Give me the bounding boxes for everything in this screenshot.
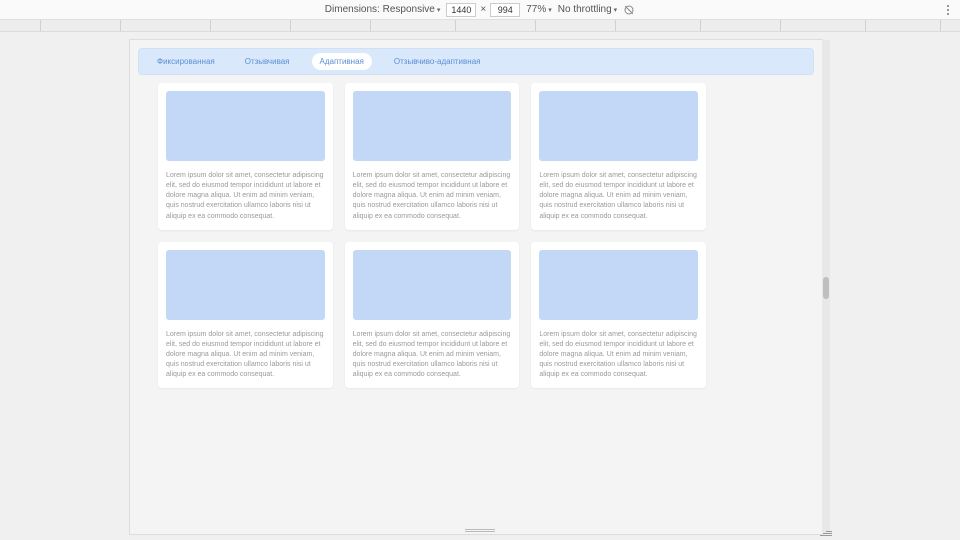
- card-text: Lorem ipsum dolor sit amet, consectetur …: [166, 330, 325, 381]
- ruler-tick: [120, 20, 121, 31]
- ruler-tick: [290, 20, 291, 31]
- card-thumbnail: [353, 91, 512, 161]
- device-content: Фиксированная Отзывчивая Адаптивная Отзывчи…: [130, 40, 822, 534]
- card-text: Lorem ipsum dolor sit amet, consectetur …: [539, 171, 698, 222]
- breakpoint-ruler[interactable]: [0, 20, 960, 32]
- frame-drag-handle-icon[interactable]: [465, 529, 495, 532]
- ruler-tick: [780, 20, 781, 31]
- device-toolbar: Dimensions: Responsive × 77% No throttli…: [0, 0, 960, 20]
- throttling-dropdown[interactable]: No throttling: [558, 4, 617, 15]
- card-thumbnail: [539, 91, 698, 161]
- card-text: Lorem ipsum dolor sit amet, consectetur …: [353, 330, 512, 381]
- card: Lorem ipsum dolor sit amet, consectetur …: [158, 83, 333, 230]
- more-options-icon[interactable]: [942, 3, 954, 17]
- zoom-dropdown[interactable]: 77%: [526, 4, 552, 15]
- card-text: Lorem ipsum dolor sit amet, consectetur …: [353, 171, 512, 222]
- card: Lorem ipsum dolor sit amet, consectetur …: [345, 242, 520, 389]
- nav-item-3[interactable]: Отзывчиво-адаптивная: [386, 53, 489, 70]
- card: Lorem ipsum dolor sit amet, consectetur …: [158, 242, 333, 389]
- card: Lorem ipsum dolor sit amet, consectetur …: [531, 242, 706, 389]
- ruler-tick: [455, 20, 456, 31]
- height-input[interactable]: [490, 3, 520, 17]
- rotate-icon[interactable]: [623, 4, 635, 16]
- vertical-scrollbar[interactable]: [822, 40, 830, 534]
- card: Lorem ipsum dolor sit amet, consectetur …: [531, 83, 706, 230]
- ruler-tick: [40, 20, 41, 31]
- ruler-tick: [370, 20, 371, 31]
- ruler-tick: [940, 20, 941, 31]
- card: Lorem ipsum dolor sit amet, consectetur …: [345, 83, 520, 230]
- ruler-tick: [700, 20, 701, 31]
- card-thumbnail: [539, 250, 698, 320]
- ruler-tick: [535, 20, 536, 31]
- card-grid: Lorem ipsum dolor sit amet, consectetur …: [130, 83, 822, 400]
- nav-item-0[interactable]: Фиксированная: [149, 53, 223, 70]
- times-label: ×: [480, 4, 486, 15]
- ruler-tick: [615, 20, 616, 31]
- card-text: Lorem ipsum dolor sit amet, consectetur …: [539, 330, 698, 381]
- ruler-tick: [865, 20, 866, 31]
- nav-item-1[interactable]: Отзывчивая: [237, 53, 298, 70]
- card-text: Lorem ipsum dolor sit amet, consectetur …: [166, 171, 325, 222]
- card-thumbnail: [166, 250, 325, 320]
- scrollbar-thumb[interactable]: [823, 277, 829, 299]
- page-nav: Фиксированная Отзывчивая Адаптивная Отзывчи…: [138, 48, 814, 75]
- device-frame: Фиксированная Отзывчивая Адаптивная Отзывчи…: [130, 40, 830, 534]
- card-thumbnail: [353, 250, 512, 320]
- nav-item-2[interactable]: Адаптивная: [312, 53, 372, 70]
- card-thumbnail: [166, 91, 325, 161]
- width-input[interactable]: [446, 3, 476, 17]
- ruler-tick: [210, 20, 211, 31]
- viewport-area: Фиксированная Отзывчивая Адаптивная Отзывчи…: [0, 32, 960, 540]
- dimensions-dropdown[interactable]: Dimensions: Responsive: [325, 4, 441, 15]
